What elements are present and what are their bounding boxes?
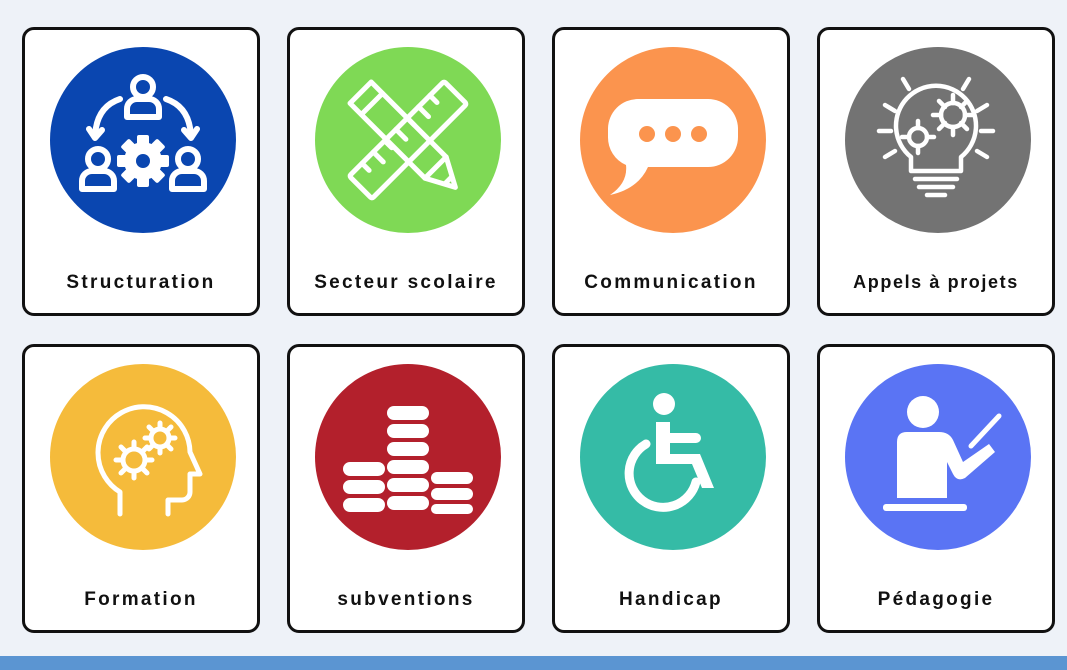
tile-label: Pédagogie — [877, 589, 995, 610]
tile-communication[interactable]: Communication — [552, 27, 790, 316]
teacher-icon — [845, 364, 1031, 550]
tile-label: Structuration — [66, 272, 216, 293]
tile-label: Communication — [584, 272, 758, 293]
pencil-ruler-icon — [315, 47, 501, 233]
tile-label: Handicap — [619, 589, 723, 610]
tile-secteur-scolaire[interactable]: Secteur scolaire — [287, 27, 525, 316]
coin-stacks-icon — [315, 364, 501, 550]
tile-label: subventions — [337, 589, 475, 610]
tile-label: Formation — [84, 589, 198, 610]
tile-structuration[interactable]: Structuration — [22, 27, 260, 316]
tile-appels-a-projets[interactable]: Appels à projets — [817, 27, 1055, 316]
teamwork-cycle-icon — [50, 47, 236, 233]
tile-grid: Structuration Secteur scolaire Communica… — [22, 27, 1058, 633]
lightbulb-gears-icon — [845, 47, 1031, 233]
tile-label: Appels à projets — [853, 272, 1019, 292]
tile-pedagogie[interactable]: Pédagogie — [817, 344, 1055, 633]
speech-bubble-icon — [580, 47, 766, 233]
tile-formation[interactable]: Formation — [22, 344, 260, 633]
tile-subventions[interactable]: subventions — [287, 344, 525, 633]
footer-bar — [0, 656, 1067, 670]
head-gears-icon — [50, 364, 236, 550]
tile-label: Secteur scolaire — [314, 272, 498, 293]
tile-handicap[interactable]: Handicap — [552, 344, 790, 633]
wheelchair-icon — [580, 364, 766, 550]
